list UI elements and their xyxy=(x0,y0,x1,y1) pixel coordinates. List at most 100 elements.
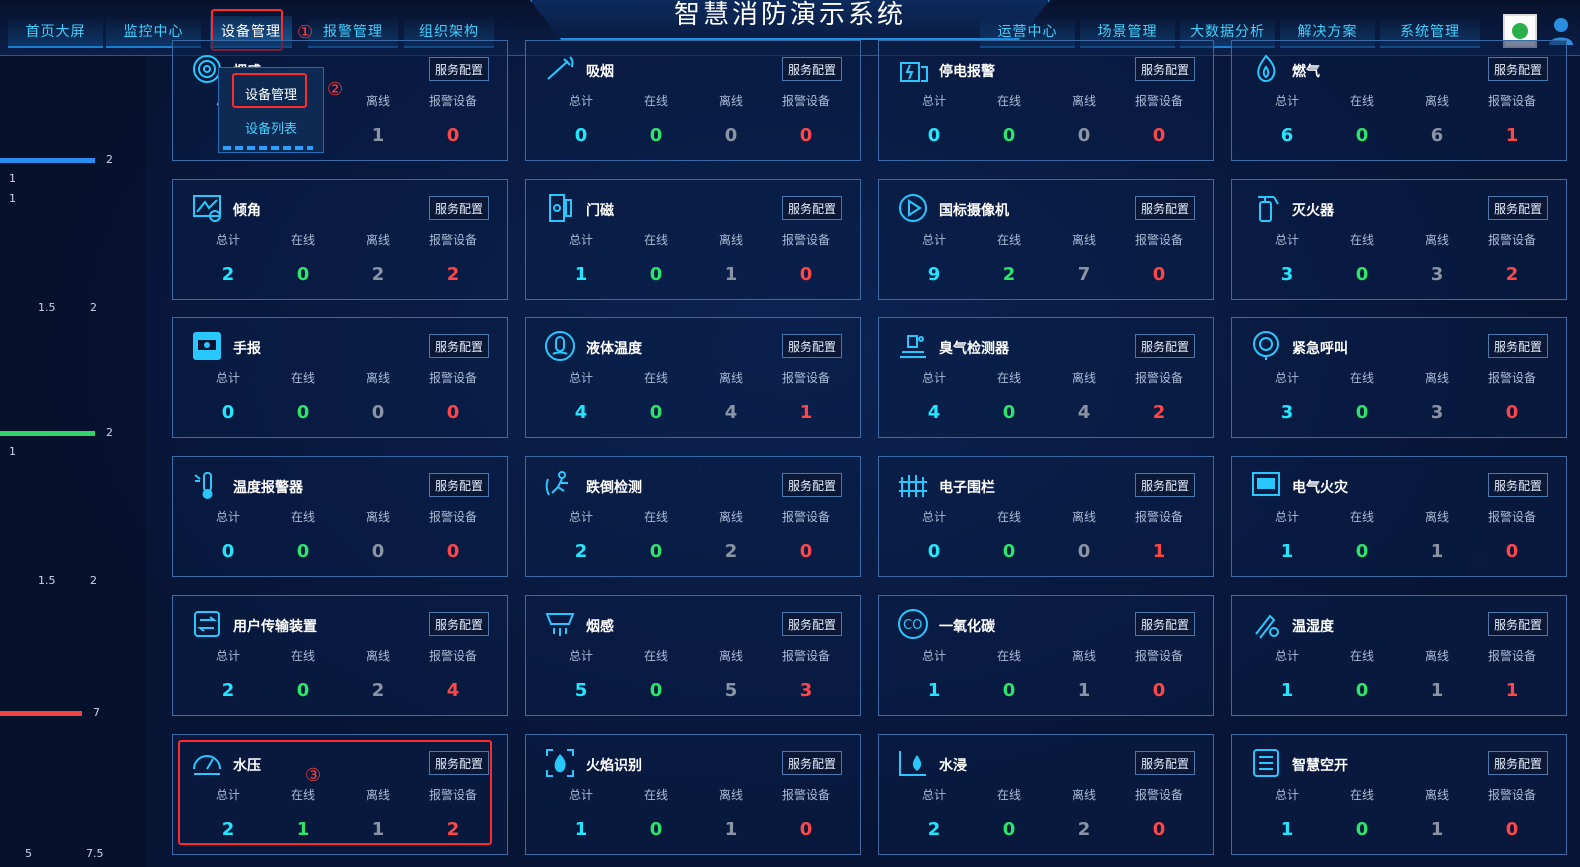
device-type-name: 电子围栏 xyxy=(939,480,995,496)
title-plate: 智慧消防演示系统 xyxy=(530,0,1050,40)
offline-count: 2 xyxy=(371,680,385,701)
device-type-name: 倾角 xyxy=(233,203,261,219)
service-config-button[interactable]: 服务配置 xyxy=(782,334,842,358)
alarm-count: 0 xyxy=(799,125,813,146)
tilt-icon xyxy=(193,195,221,222)
service-config-button[interactable]: 服务配置 xyxy=(429,473,489,497)
device-type-name: 烟感 xyxy=(586,619,614,635)
service-config-button[interactable]: 服务配置 xyxy=(1488,334,1548,358)
device-type-name: 臭气检测器 xyxy=(939,341,1009,357)
total-label: 总计 xyxy=(568,371,593,385)
service-config-button[interactable]: 服务配置 xyxy=(429,612,489,636)
gas-flame-icon xyxy=(1257,54,1276,82)
camera-play-icon xyxy=(899,194,927,222)
service-config-button[interactable]: 服务配置 xyxy=(782,473,842,497)
extinguisher-icon xyxy=(1258,196,1279,222)
liquid-temp-icon xyxy=(545,331,575,361)
left-tick: 1 xyxy=(9,192,16,205)
service-config-button[interactable]: 服务配置 xyxy=(1488,751,1548,775)
alarm-label: 报警设备 xyxy=(1134,233,1183,247)
service-config-button[interactable]: 服务配置 xyxy=(1488,612,1548,636)
service-config-button[interactable]: 服务配置 xyxy=(1135,196,1195,220)
device-type-name: 手报 xyxy=(233,341,261,357)
alarm-label: 报警设备 xyxy=(1134,510,1183,524)
alarm-count: 2 xyxy=(446,264,460,285)
offline-label: 离线 xyxy=(1424,233,1449,247)
offline-count: 0 xyxy=(1077,541,1091,562)
service-config-button[interactable]: 服务配置 xyxy=(1135,334,1195,358)
online-label: 在线 xyxy=(290,649,315,663)
offline-count: 5 xyxy=(724,680,738,701)
device-card: 国标摄像机 服务配置 总计 9 在线 2 离线 7 报警设备 0 xyxy=(878,179,1214,300)
online-label: 在线 xyxy=(1349,371,1374,385)
nav-home-dashboard[interactable]: 首页大屏 xyxy=(8,16,103,48)
total-label: 总计 xyxy=(921,94,946,108)
device-card: 烟感 服务配置 总计 5 在线 0 离线 5 报警设备 3 xyxy=(525,595,861,716)
online-label: 在线 xyxy=(1349,649,1374,663)
online-label: 在线 xyxy=(290,371,315,385)
device-card: 手报 服务配置 总计 0 在线 0 离线 0 报警设备 0 xyxy=(172,317,508,438)
total-count: 6 xyxy=(1280,125,1294,146)
device-type-name: 紧急呼叫 xyxy=(1292,341,1348,357)
device-card: 吸烟 服务配置 总计 0 在线 0 离线 0 报警设备 0 xyxy=(525,40,861,161)
left-tick: 1 xyxy=(9,172,16,185)
service-config-button[interactable]: 服务配置 xyxy=(1135,57,1195,81)
total-label: 总计 xyxy=(1274,510,1299,524)
left-bar-blue xyxy=(0,158,95,163)
offline-count: 1 xyxy=(724,819,738,840)
offline-label: 离线 xyxy=(1424,649,1449,663)
service-config-button[interactable]: 服务配置 xyxy=(1135,751,1195,775)
offline-count: 1 xyxy=(1430,680,1444,701)
device-card: 灭火器 服务配置 总计 3 在线 0 离线 3 报警设备 2 xyxy=(1231,179,1567,300)
offline-label: 离线 xyxy=(1071,371,1096,385)
total-count: 2 xyxy=(574,541,588,562)
service-config-button[interactable]: 服务配置 xyxy=(1135,473,1195,497)
left-tick: 2 xyxy=(90,301,97,314)
device-card: 紧急呼叫 服务配置 总计 3 在线 0 离线 3 报警设备 0 xyxy=(1231,317,1567,438)
offline-count: 0 xyxy=(371,402,385,423)
service-config-button[interactable]: 服务配置 xyxy=(782,196,842,220)
total-label: 总计 xyxy=(215,233,240,247)
offline-count: 4 xyxy=(1077,402,1091,423)
service-config-button[interactable]: 服务配置 xyxy=(429,196,489,220)
online-label: 在线 xyxy=(1349,510,1374,524)
service-config-button[interactable]: 服务配置 xyxy=(1488,196,1548,220)
online-label: 在线 xyxy=(643,788,668,802)
service-config-button[interactable]: 服务配置 xyxy=(782,751,842,775)
service-config-button[interactable]: 服务配置 xyxy=(782,57,842,81)
online-count: 0 xyxy=(296,541,310,562)
device-card: 门磁 服务配置 总计 1 在线 0 离线 1 报警设备 0 xyxy=(525,179,861,300)
service-config-button[interactable]: 服务配置 xyxy=(1488,57,1548,81)
alarm-label: 报警设备 xyxy=(1487,233,1536,247)
alarm-label: 报警设备 xyxy=(1487,788,1536,802)
alarm-label: 报警设备 xyxy=(1134,788,1183,802)
left-tick: 5 xyxy=(25,847,32,860)
online-label: 在线 xyxy=(643,510,668,524)
service-config-button[interactable]: 服务配置 xyxy=(429,57,489,81)
alarm-count: 1 xyxy=(799,402,813,423)
odor-detector-icon xyxy=(900,335,926,358)
thermometer-icon xyxy=(194,472,213,499)
online-count: 0 xyxy=(1002,541,1016,562)
left-tick: 2 xyxy=(90,574,97,587)
total-count: 9 xyxy=(927,264,941,285)
alarm-label: 报警设备 xyxy=(1134,649,1183,663)
online-count: 0 xyxy=(1002,125,1016,146)
power-outage-icon xyxy=(900,62,928,82)
highlight-box-dropdown xyxy=(232,73,307,108)
online-count: 0 xyxy=(1355,402,1369,423)
device-card: 用户传输装置 服务配置 总计 2 在线 0 离线 2 报警设备 4 xyxy=(172,595,508,716)
alarm-label: 报警设备 xyxy=(1487,371,1536,385)
offline-label: 离线 xyxy=(1424,788,1449,802)
service-config-button[interactable]: 服务配置 xyxy=(1135,612,1195,636)
service-config-button[interactable]: 服务配置 xyxy=(429,334,489,358)
dropdown-item-device-list[interactable]: 设备列表 xyxy=(219,110,323,144)
online-count: 0 xyxy=(1355,125,1369,146)
service-config-button[interactable]: 服务配置 xyxy=(1488,473,1548,497)
fall-detect-icon xyxy=(545,471,568,496)
service-config-button[interactable]: 服务配置 xyxy=(782,612,842,636)
online-count: 0 xyxy=(296,680,310,701)
total-label: 总计 xyxy=(568,233,593,247)
total-label: 总计 xyxy=(1274,94,1299,108)
alarm-count: 0 xyxy=(446,125,460,146)
